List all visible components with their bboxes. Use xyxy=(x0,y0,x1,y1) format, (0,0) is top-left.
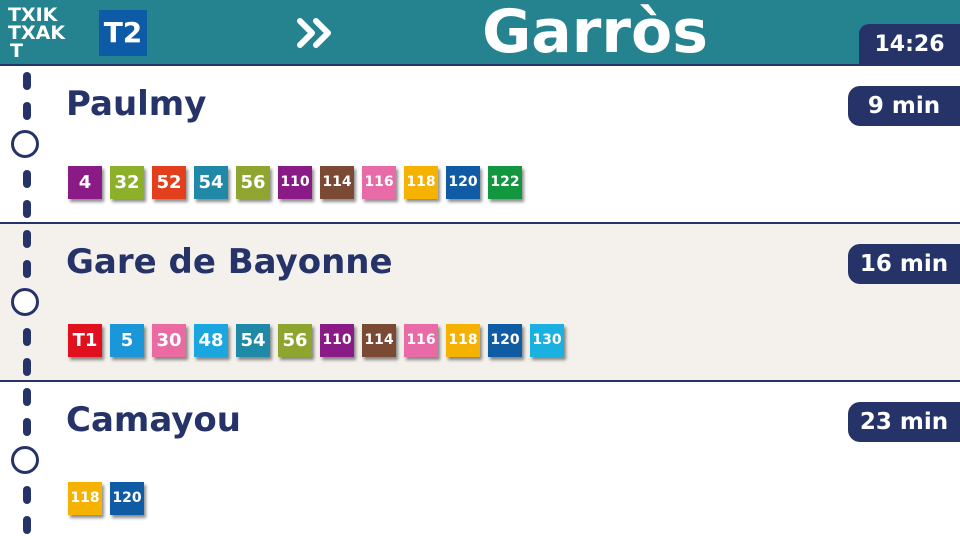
line-badge: 116 xyxy=(404,324,438,357)
stop-row: Paulmy 9 min 4 32 52 54 56 110 114 116 118 120 122 xyxy=(0,66,960,224)
current-time: 14:26 xyxy=(859,24,960,66)
line-badge: 4 xyxy=(68,166,102,199)
line-badge: 52 xyxy=(152,166,186,199)
connections-list: 118 120 xyxy=(68,482,144,516)
eta-badge: 9 min xyxy=(848,86,960,126)
line-badge: 32 xyxy=(110,166,144,199)
line-badge: 116 xyxy=(362,166,396,199)
line-badge: 110 xyxy=(320,324,354,357)
stop-name: Gare de Bayonne xyxy=(66,242,393,282)
destination-title: Garròs xyxy=(482,0,708,67)
header-bar: TXIK TXAK T T2 Garròs 14:26 xyxy=(0,0,960,67)
line-badge: 54 xyxy=(194,166,228,199)
line-badge: 130 xyxy=(530,324,564,357)
eta-badge: 23 min xyxy=(848,402,960,442)
line-badge: 54 xyxy=(236,324,270,357)
stop-name: Camayou xyxy=(66,400,241,440)
logo-line-3: T xyxy=(10,40,23,62)
line-badge: 110 xyxy=(278,166,312,199)
eta-badge: 16 min xyxy=(848,244,960,284)
connections-list: T1 5 30 48 54 56 110 114 116 118 120 130 xyxy=(68,324,564,358)
line-badge: 118 xyxy=(446,324,480,357)
stop-row: Gare de Bayonne 16 min T1 5 30 48 54 56 110 114… xyxy=(0,224,960,382)
line-badge: 5 xyxy=(110,324,144,357)
stop-name: Paulmy xyxy=(66,84,207,124)
line-badge: 120 xyxy=(110,482,144,515)
line-badge: 118 xyxy=(404,166,438,199)
line-badge: 120 xyxy=(488,324,522,357)
line-badge: 114 xyxy=(362,324,396,357)
txik-txak-logo: TXIK TXAK T xyxy=(8,2,90,64)
connections-list: 4 32 52 54 56 110 114 116 118 120 122 xyxy=(68,166,522,200)
line-badge: 48 xyxy=(194,324,228,357)
line-badge: T1 xyxy=(68,324,102,357)
line-badge: T2 xyxy=(99,10,147,56)
line-badge: 120 xyxy=(446,166,480,199)
line-badge: 114 xyxy=(320,166,354,199)
line-badge: 122 xyxy=(488,166,522,199)
line-badge: 118 xyxy=(68,482,102,515)
line-badge: 56 xyxy=(278,324,312,357)
line-badge: 56 xyxy=(236,166,270,199)
line-badge: 30 xyxy=(152,324,186,357)
stop-row: Camayou 23 min 118 120 xyxy=(0,382,960,540)
double-chevron-right-icon xyxy=(296,13,338,53)
